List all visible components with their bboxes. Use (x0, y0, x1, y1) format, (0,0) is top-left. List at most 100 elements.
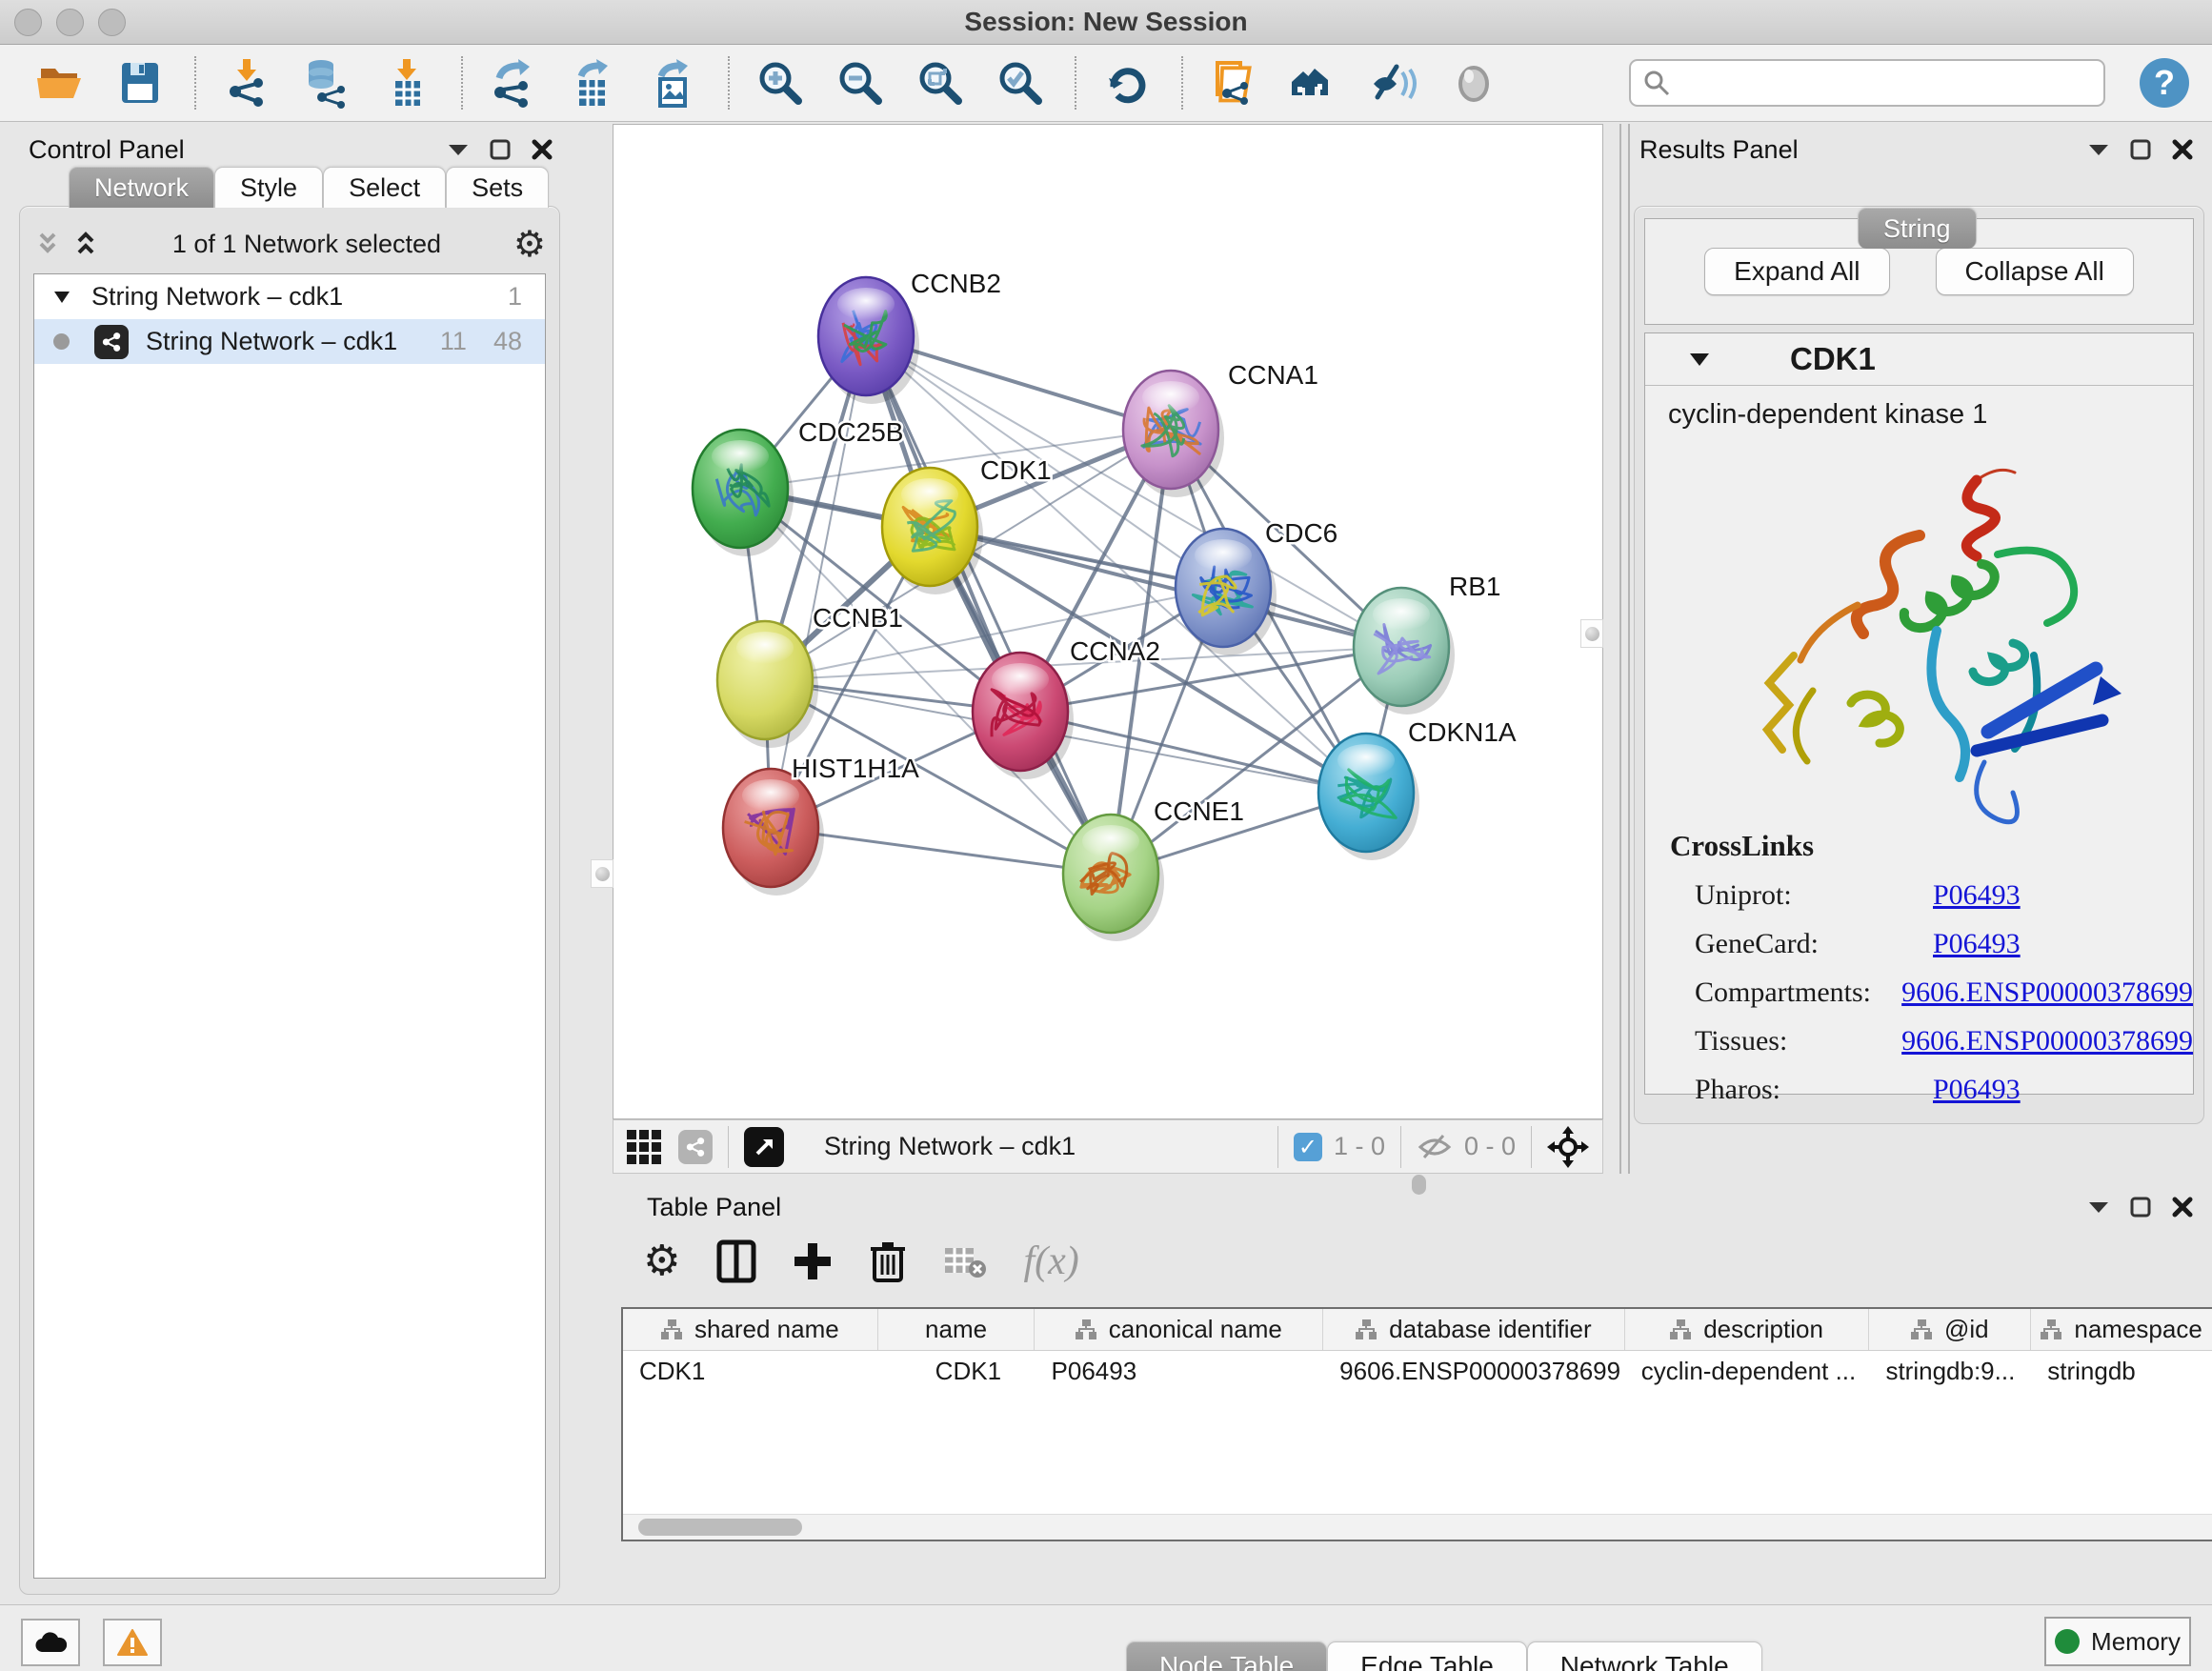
vertical-splitter[interactable] (1619, 124, 1630, 1174)
zoom-fit-button[interactable] (913, 55, 968, 111)
panel-menu-icon[interactable] (2088, 143, 2109, 156)
tab-string[interactable]: String (1858, 208, 1977, 249)
network-options-gear-icon[interactable]: ⚙ (513, 226, 546, 262)
collapse-all-icon[interactable] (33, 230, 62, 258)
string-home-button[interactable] (1286, 55, 1341, 111)
collapse-all-button[interactable]: Collapse All (1936, 248, 2134, 295)
open-in-browser-button[interactable] (1206, 55, 1261, 111)
panel-menu-icon[interactable] (2088, 1200, 2109, 1214)
column-header-namespace[interactable]: namespace (2031, 1309, 2212, 1350)
tab-style[interactable]: Style (214, 167, 323, 208)
column-header-database-identifier[interactable]: database identifier (1323, 1309, 1625, 1350)
node-label-CCNB1[interactable]: CCNB1 (813, 603, 903, 633)
float-panel-icon[interactable] (2130, 1197, 2151, 1218)
tab-network-table[interactable]: Network Table (1527, 1641, 1762, 1671)
node-label-CDK1[interactable]: CDK1 (980, 455, 1052, 485)
save-session-button[interactable] (112, 55, 168, 111)
hide-enrichment-button[interactable] (1366, 55, 1421, 111)
expand-all-button[interactable]: Expand All (1704, 248, 1889, 295)
network-node-RB1[interactable] (1354, 588, 1455, 715)
hidden-eye-slash-icon[interactable] (1417, 1133, 1453, 1161)
network-node-CCNE1[interactable] (1063, 815, 1164, 941)
import-table-file-button[interactable] (379, 55, 434, 111)
column-header-name[interactable]: name (878, 1309, 1036, 1350)
network-node-CDC25B[interactable] (693, 430, 794, 556)
genecard-link[interactable]: P06493 (1933, 928, 2021, 960)
splitter-grip-left[interactable] (591, 859, 613, 888)
compartments-link[interactable]: 9606.ENSP00000378699 (1901, 976, 2193, 1009)
tab-node-table[interactable]: Node Table (1126, 1641, 1327, 1671)
show-columns-icon[interactable] (716, 1239, 756, 1283)
node-label-CCNA2[interactable]: CCNA2 (1070, 636, 1160, 666)
node-label-CDC6[interactable]: CDC6 (1265, 518, 1337, 548)
node-label-CCNA1[interactable]: CCNA1 (1228, 360, 1318, 390)
table-options-gear-icon[interactable]: ⚙ (643, 1240, 680, 1282)
open-session-button[interactable] (32, 55, 88, 111)
zoom-in-button[interactable] (753, 55, 808, 111)
node-label-RB1[interactable]: RB1 (1449, 572, 1500, 601)
import-network-database-button[interactable] (299, 55, 354, 111)
add-column-icon[interactable] (793, 1241, 833, 1281)
node-label-CDKN1A[interactable]: CDKN1A (1408, 717, 1517, 747)
search-input[interactable] (1671, 68, 2092, 99)
tree-expander-icon[interactable] (53, 291, 70, 304)
grid-view-button[interactable] (627, 1130, 661, 1164)
show-enrichment-button[interactable] (1446, 55, 1501, 111)
tab-sets[interactable]: Sets (446, 167, 549, 208)
network-row-selected[interactable]: String Network – cdk1 11 48 (34, 319, 545, 364)
birdseye-view-button[interactable] (744, 1127, 784, 1167)
network-node-HIST1H1A[interactable] (723, 769, 824, 896)
panel-menu-icon[interactable] (448, 143, 469, 156)
selected-checkbox-icon[interactable]: ✓ (1294, 1133, 1322, 1161)
network-graph[interactable]: CCNB2 CCNA1 CDC25B CDK1 CDC6 RB1 CCNB1 CCNA2 CDK… (613, 125, 1602, 1118)
close-panel-icon[interactable] (532, 139, 553, 160)
refresh-view-button[interactable] (1099, 55, 1155, 111)
zoom-selected-button[interactable] (993, 55, 1048, 111)
column-header-shared-name[interactable]: shared name (623, 1309, 878, 1350)
delete-table-icon[interactable] (943, 1242, 987, 1280)
network-node-CDK1[interactable] (882, 468, 983, 594)
node-label-HIST1H1A[interactable]: HIST1H1A (792, 754, 919, 783)
node-label-CCNE1[interactable]: CCNE1 (1154, 796, 1244, 826)
network-node-CDC6[interactable] (1176, 529, 1277, 655)
network-node-CCNA2[interactable] (973, 653, 1074, 779)
delete-column-icon[interactable] (869, 1239, 907, 1283)
close-panel-icon[interactable] (2172, 139, 2193, 160)
float-panel-icon[interactable] (490, 139, 511, 160)
node-label-CDC25B[interactable]: CDC25B (798, 417, 903, 447)
scrollbar-thumb[interactable] (638, 1519, 802, 1536)
column-header-description[interactable]: description (1625, 1309, 1870, 1350)
function-builder-button[interactable]: f(x) (1023, 1238, 1078, 1284)
tab-select[interactable]: Select (323, 167, 446, 208)
tab-network[interactable]: Network (69, 167, 214, 208)
section-collapse-icon[interactable] (1689, 352, 1710, 367)
export-image-button[interactable] (646, 55, 701, 111)
help-button[interactable]: ? (2140, 58, 2189, 108)
import-network-file-button[interactable] (219, 55, 274, 111)
share-view-button[interactable] (678, 1130, 713, 1164)
network-node-CDKN1A[interactable] (1318, 734, 1419, 860)
canvas-scrollbar-grip[interactable] (1580, 619, 1603, 648)
node-label-CCNB2[interactable]: CCNB2 (911, 269, 1001, 298)
column-header-canonical-name[interactable]: canonical name (1035, 1309, 1323, 1350)
pharos-link[interactable]: P06493 (1933, 1074, 2021, 1106)
network-node-CCNB1[interactable] (717, 621, 818, 748)
export-table-button[interactable] (566, 55, 621, 111)
column-header-id[interactable]: @id (1869, 1309, 2031, 1350)
zoom-out-button[interactable] (833, 55, 888, 111)
close-panel-icon[interactable] (2172, 1197, 2193, 1218)
float-panel-icon[interactable] (2130, 139, 2151, 160)
network-canvas[interactable]: CCNB2 CCNA1 CDC25B CDK1 CDC6 RB1 CCNB1 CCNA2 CDK… (613, 124, 1603, 1119)
export-network-button[interactable] (486, 55, 541, 111)
pan-crosshair-button[interactable] (1547, 1126, 1589, 1168)
network-node-CCNA1[interactable] (1123, 371, 1224, 497)
warnings-button[interactable] (103, 1619, 162, 1666)
table-horizontal-scrollbar[interactable] (623, 1514, 2212, 1540)
expand-all-icon[interactable] (71, 230, 100, 258)
tab-edge-table[interactable]: Edge Table (1327, 1641, 1527, 1671)
table-row[interactable]: CDK1 CDK1 P06493 9606.ENSP00000378699 cy… (623, 1351, 2212, 1391)
network-collection-row[interactable]: String Network – cdk1 1 (34, 274, 545, 319)
uniprot-link[interactable]: P06493 (1933, 879, 2021, 912)
network-node-CCNB2[interactable] (818, 277, 919, 404)
cloud-status-button[interactable] (21, 1619, 80, 1666)
